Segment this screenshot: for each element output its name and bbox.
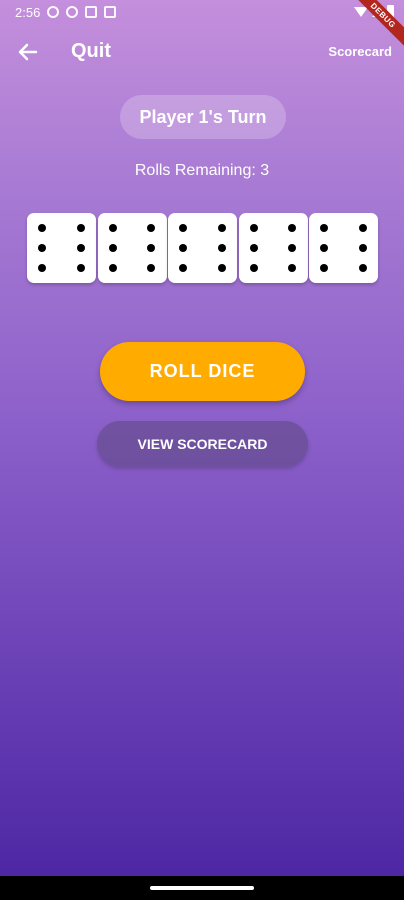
die-pip <box>288 263 297 272</box>
die-4[interactable] <box>238 213 308 283</box>
status-bar: 2:56 <box>0 0 404 28</box>
die-pip <box>38 244 47 252</box>
die-pip <box>147 263 156 272</box>
die-pip <box>217 263 226 272</box>
die-pip <box>179 263 188 272</box>
die-pip <box>147 224 156 233</box>
die-pip <box>358 224 367 233</box>
die-pip <box>320 224 329 233</box>
die-pip <box>358 244 367 252</box>
navigation-bar <box>0 876 404 900</box>
arrow-left-icon[interactable] <box>16 40 40 64</box>
die-3[interactable] <box>168 213 237 283</box>
die-pip <box>288 224 297 233</box>
shield-icon <box>66 6 78 18</box>
die-pip <box>217 224 226 233</box>
die-pip <box>249 224 258 233</box>
die-pip <box>288 244 297 252</box>
status-left-icons <box>47 6 116 18</box>
home-indicator[interactable] <box>150 886 254 890</box>
die-pip <box>76 263 85 272</box>
die-1[interactable] <box>27 213 96 283</box>
die-pip <box>108 224 117 233</box>
scorecard-button[interactable]: Scorecard <box>328 44 392 59</box>
die-pip <box>358 263 367 272</box>
roll-dice-button[interactable]: ROLL DICE <box>100 342 305 401</box>
turn-indicator: Player 1's Turn <box>120 95 286 139</box>
die-pip <box>147 244 156 252</box>
die-pip <box>217 244 226 252</box>
die-pip <box>108 244 117 252</box>
die-pip <box>179 244 188 252</box>
die-pip <box>249 244 258 252</box>
die-5[interactable] <box>309 213 378 283</box>
die-pip <box>320 244 329 252</box>
die-pip <box>179 224 188 233</box>
sim-card-icon <box>85 6 97 18</box>
notification-info-icon <box>47 6 59 18</box>
app-notification-icon <box>104 6 116 18</box>
die-pip <box>38 263 47 272</box>
status-time: 2:56 <box>15 5 41 20</box>
die-pip <box>108 263 117 272</box>
quit-title[interactable]: Quit <box>71 40 111 63</box>
die-pip <box>76 244 85 252</box>
die-pip <box>76 224 85 233</box>
die-pip <box>38 224 47 233</box>
view-scorecard-button[interactable]: VIEW SCORECARD <box>97 421 308 467</box>
die-2[interactable] <box>97 213 167 283</box>
rolls-remaining: Rolls Remaining: 3 <box>134 162 270 179</box>
die-pip <box>249 263 258 272</box>
app-bar: Quit Scorecard <box>0 32 404 72</box>
die-pip <box>320 263 329 272</box>
